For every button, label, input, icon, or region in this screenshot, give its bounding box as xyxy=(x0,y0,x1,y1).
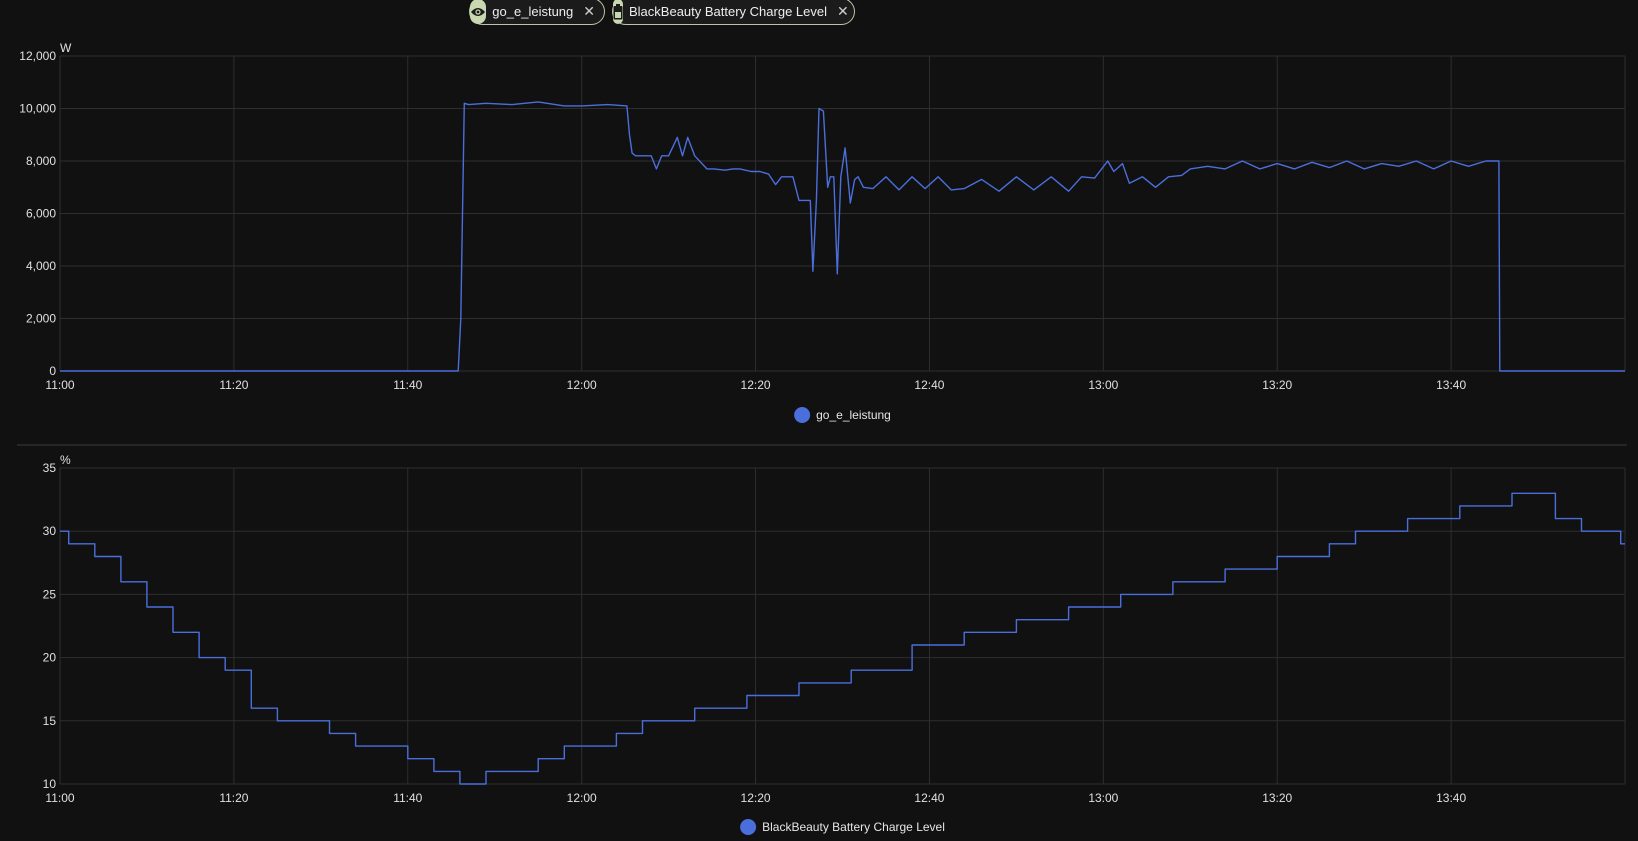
y-tick-label: 35 xyxy=(43,461,57,475)
x-tick-label: 12:00 xyxy=(567,378,597,392)
x-tick-label: 11:20 xyxy=(219,378,248,392)
y-tick-label: 30 xyxy=(43,524,57,538)
x-tick-label: 11:40 xyxy=(393,791,422,805)
legend-marker-dot[interactable] xyxy=(794,407,811,423)
x-tick-label: 12:40 xyxy=(914,378,944,392)
y-tick-label: 12,000 xyxy=(19,49,56,63)
y-tick-label: 2,000 xyxy=(26,312,56,326)
x-tick-label: 13:40 xyxy=(1436,791,1466,805)
x-tick-label: 11:20 xyxy=(219,791,248,805)
x-tick-label: 11:00 xyxy=(45,378,74,392)
series-line xyxy=(60,101,1625,372)
x-tick-label: 11:00 xyxy=(45,791,74,805)
x-tick-label: 13:00 xyxy=(1088,378,1118,392)
y-unit-label: % xyxy=(60,453,71,467)
y-unit-label: W xyxy=(60,41,72,55)
y-tick-label: 10,000 xyxy=(19,102,56,116)
y-tick-label: 15 xyxy=(43,714,57,728)
y-tick-label: 8,000 xyxy=(26,154,56,168)
x-tick-label: 13:00 xyxy=(1088,791,1118,805)
y-tick-label: 20 xyxy=(43,651,57,665)
history-charts: 11:00 11:20 11:40 12:00 12:20 12:40 13:00 13:20… xyxy=(17,41,1627,835)
legend-label: BlackBeauty Battery Charge Level xyxy=(762,820,945,834)
y-tick-label: 6,000 xyxy=(26,207,56,221)
y-tick-label: 4,000 xyxy=(26,259,56,273)
series-line xyxy=(60,492,1625,785)
x-tick-label: 13:20 xyxy=(1262,791,1292,805)
x-tick-label: 12:20 xyxy=(741,378,771,392)
legend-marker-dot[interactable] xyxy=(740,819,757,835)
legend-label: go_e_leistung xyxy=(816,408,891,422)
x-tick-label: 12:00 xyxy=(567,791,597,805)
y-tick-label: 0 xyxy=(49,364,56,378)
x-tick-label: 11:40 xyxy=(393,378,422,392)
y-tick-label: 10 xyxy=(43,777,57,791)
x-tick-label: 12:20 xyxy=(741,791,771,805)
x-tick-label: 13:20 xyxy=(1262,378,1292,392)
y-tick-label: 25 xyxy=(43,587,57,601)
x-tick-label: 12:40 xyxy=(914,791,944,805)
x-tick-label: 13:40 xyxy=(1436,378,1466,392)
